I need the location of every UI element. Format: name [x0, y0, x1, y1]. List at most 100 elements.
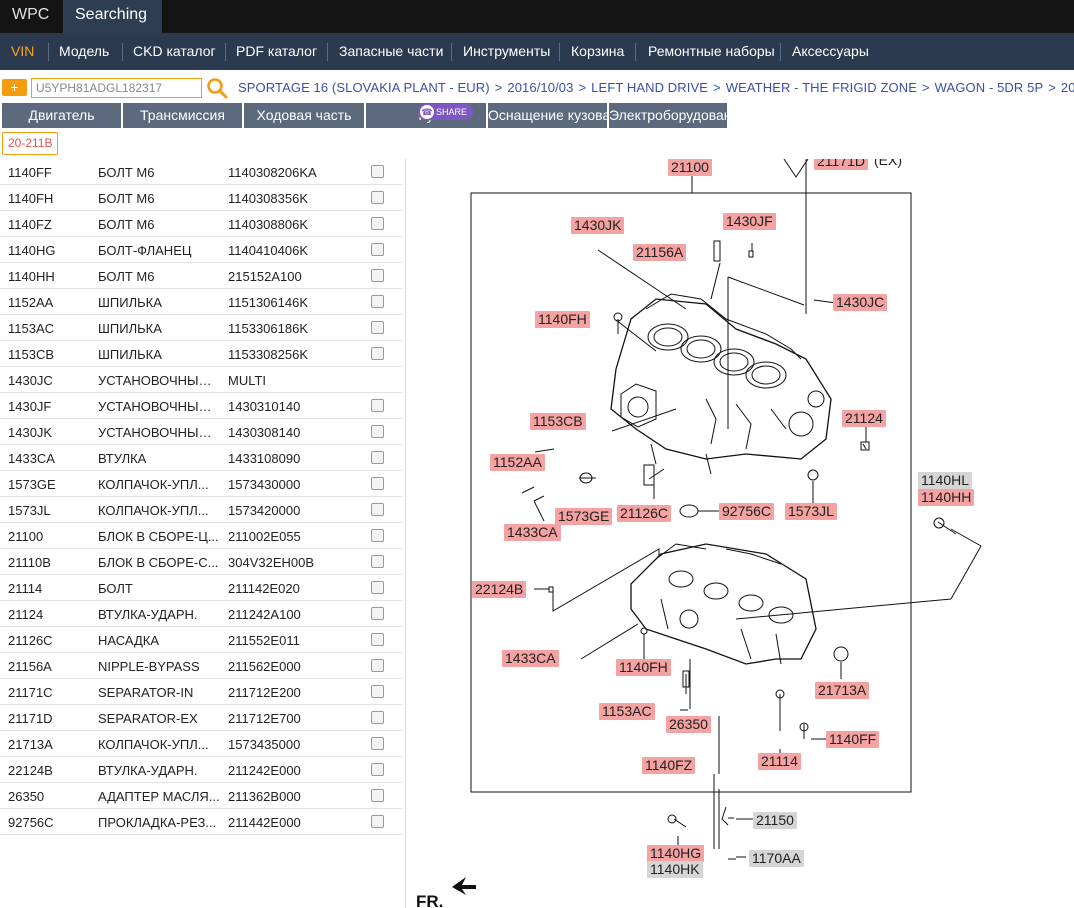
table-row[interactable]: 92756C ПРОКЛАДКА-РЕЗ... 211442E000 [0, 809, 402, 835]
callout-1430jk[interactable]: 1430JK [571, 217, 625, 234]
select-checkbox[interactable] [371, 763, 384, 776]
breadcrumb-item[interactable]: 2016/10/03 [507, 80, 573, 95]
add-button[interactable]: + [2, 79, 27, 96]
callout-1430jf[interactable]: 1430JF [723, 213, 776, 230]
select-checkbox[interactable] [371, 399, 384, 412]
callout-1433ca-lower[interactable]: 1433CA [502, 650, 559, 667]
callout-1140hk[interactable]: 1140HK [647, 861, 703, 878]
callout-21156a[interactable]: 21156A [633, 244, 687, 261]
select-checkbox[interactable] [371, 165, 384, 178]
table-row[interactable]: 1140FH БОЛТ M6 1140308356K [0, 185, 402, 211]
table-row[interactable]: 1573JL КОЛПАЧОК-УПЛ... 1573420000 [0, 497, 402, 523]
table-row[interactable]: 1153CB ШПИЛЬКА 1153308256K [0, 341, 402, 367]
vin-input[interactable] [31, 78, 202, 98]
select-checkbox[interactable] [371, 451, 384, 464]
table-row[interactable]: 22124B ВТУЛКА-УДАРН. 211242E000 [0, 757, 402, 783]
part-number[interactable]: 1573420000 [228, 503, 300, 518]
table-row[interactable]: 1433CA ВТУЛКА 1433108090 [0, 445, 402, 471]
part-number[interactable]: 1433108090 [228, 451, 300, 466]
select-checkbox[interactable] [371, 295, 384, 308]
part-number[interactable]: 211442E000 [228, 815, 301, 830]
table-row[interactable]: 1140FZ БОЛТ M6 1140308806K [0, 211, 402, 237]
callout-1170aa[interactable]: 1170AA [749, 850, 804, 867]
part-number[interactable]: 1153306186K [228, 321, 308, 336]
select-checkbox[interactable] [371, 737, 384, 750]
part-number[interactable]: MULTI [228, 373, 266, 388]
callout-21114[interactable]: 21114 [758, 753, 801, 770]
table-row[interactable]: 1152AA ШПИЛЬКА 1151306146K [0, 289, 402, 315]
callout-1140ff[interactable]: 1140FF [826, 731, 880, 748]
breadcrumb-item[interactable]: WAGON - 5DR 5P [935, 80, 1044, 95]
nav-cart[interactable]: Корзина [560, 33, 635, 70]
search-icon[interactable] [206, 77, 228, 99]
select-checkbox[interactable] [371, 217, 384, 230]
select-checkbox[interactable] [371, 555, 384, 568]
callout-1140hh[interactable]: 1140HH [918, 489, 975, 506]
table-row[interactable]: 1573GE КОЛПАЧОК-УПЛ... 1573430000 [0, 471, 402, 497]
table-row[interactable]: 21114 БОЛТ 211142E020 [0, 575, 402, 601]
nav-ckd-catalog[interactable]: CKD каталог [122, 33, 227, 70]
table-row[interactable]: 21713A КОЛПАЧОК-УПЛ... 1573435000 [0, 731, 402, 757]
callout-21126c[interactable]: 21126C [617, 505, 672, 522]
tab-body-equipment[interactable]: Оснащение кузова [488, 103, 607, 128]
callout-1140fh-upper[interactable]: 1140FH [535, 311, 590, 328]
table-row[interactable]: 21156A NIPPLE-BYPASS 211562E000 [0, 653, 402, 679]
callout-92756c[interactable]: 92756C [719, 503, 775, 520]
select-checkbox[interactable] [371, 321, 384, 334]
part-number[interactable]: 1140308206KA [228, 165, 317, 180]
select-checkbox[interactable] [371, 347, 384, 360]
nav-accessories[interactable]: Аксессуары [781, 33, 880, 70]
nav-vin[interactable]: VIN [0, 33, 45, 70]
part-number[interactable]: 1430308140 [228, 425, 300, 440]
nav-pdf-catalog[interactable]: PDF каталог [225, 33, 328, 70]
select-checkbox[interactable] [371, 685, 384, 698]
table-row[interactable]: 1430JC УСТАНОВОЧНЫЙ ... MULTI [0, 367, 402, 393]
select-checkbox[interactable] [371, 529, 384, 542]
select-checkbox[interactable] [371, 269, 384, 282]
part-number[interactable]: 1573435000 [228, 737, 300, 752]
part-number[interactable]: 211242E000 [228, 763, 301, 778]
part-number[interactable]: 211552E011 [228, 633, 300, 648]
table-row[interactable]: 26350 АДАПТЕР МАСЛЯ... 211362B000 [0, 783, 402, 809]
callout-1573ge[interactable]: 1573GE [555, 508, 613, 525]
select-checkbox[interactable] [371, 581, 384, 594]
part-number[interactable]: 304V32EH00B [228, 555, 314, 570]
group-code-badge[interactable]: 20-211B [2, 132, 59, 155]
select-checkbox[interactable] [371, 477, 384, 490]
tab-electrical[interactable]: Электроборудован [609, 103, 727, 128]
select-checkbox[interactable] [371, 503, 384, 516]
part-number[interactable]: 215152A100 [228, 269, 302, 284]
tab-engine[interactable]: Двигатель [2, 103, 121, 128]
table-row[interactable]: 1140FF БОЛТ M6 1140308206KA [0, 159, 402, 185]
tab-searching[interactable]: Searching [63, 0, 162, 33]
select-checkbox[interactable] [371, 711, 384, 724]
part-number[interactable]: 211562E000 [228, 659, 301, 674]
tab-chassis[interactable]: Ходовая часть [244, 103, 364, 128]
callout-1433ca-upper[interactable]: 1433CA [504, 524, 561, 541]
part-number[interactable]: 211242A100 [228, 607, 301, 622]
select-checkbox[interactable] [371, 425, 384, 438]
select-checkbox[interactable] [371, 789, 384, 802]
part-number[interactable]: 211712E200 [228, 685, 301, 700]
part-number[interactable]: 1153308256K [228, 347, 308, 362]
callout-26350[interactable]: 26350 [666, 716, 711, 733]
breadcrumb-item[interactable]: SPORTAGE 16 (SLOVAKIA PLANT - EUR) [238, 80, 490, 95]
callout-1140fz[interactable]: 1140FZ [642, 757, 696, 774]
callout-1140hl[interactable]: 1140HL [918, 472, 973, 489]
part-number[interactable]: 1151306146K [228, 295, 308, 310]
callout-21150[interactable]: 21150 [753, 812, 797, 829]
part-number[interactable]: 211712E700 [228, 711, 301, 726]
part-number[interactable]: 1140410406K [228, 243, 308, 258]
table-row[interactable]: 21100 БЛОК В СБОРЕ-Ц... 211002E055 [0, 523, 402, 549]
table-row[interactable]: 1153AC ШПИЛЬКА 1153306186K [0, 315, 402, 341]
part-number[interactable]: 1573430000 [228, 477, 300, 492]
callout-1430jc[interactable]: 1430JC [833, 294, 888, 311]
callout-1152aa[interactable]: 1152AA [490, 454, 545, 471]
callout-21713a[interactable]: 21713A [815, 682, 870, 699]
table-row[interactable]: 21171D SEPARATOR-EX 211712E700 [0, 705, 402, 731]
table-row[interactable]: 1430JF УСТАНОВОЧНЫЙ ... 1430310140 [0, 393, 402, 419]
breadcrumb-item[interactable]: LEFT HAND DRIVE [591, 80, 708, 95]
callout-21171d[interactable]: 21171D [814, 159, 869, 170]
nav-model[interactable]: Модель [48, 33, 120, 70]
callout-1140fh-lower[interactable]: 1140FH [616, 659, 671, 676]
